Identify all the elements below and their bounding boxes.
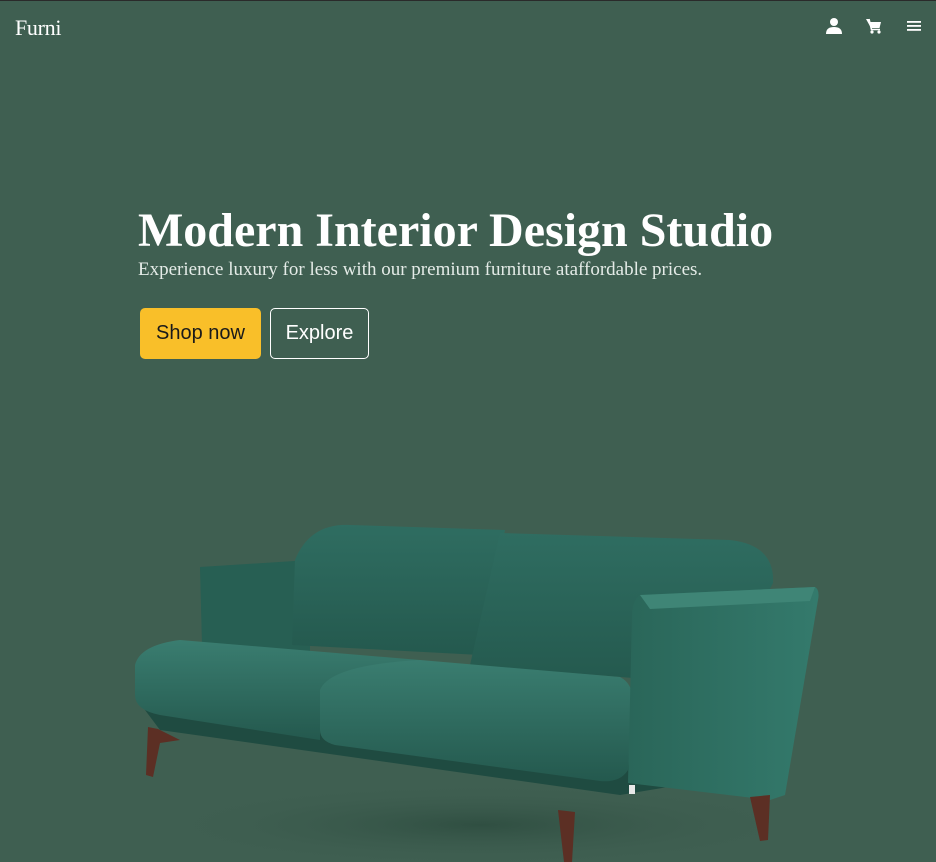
cart-icon[interactable]: [864, 15, 884, 37]
nav-icons: [824, 15, 924, 37]
user-icon[interactable]: [824, 15, 844, 37]
navbar: Furni: [0, 0, 936, 56]
hero-title: Modern Interior Design Studio: [138, 204, 774, 257]
brand-logo[interactable]: Furni: [15, 15, 61, 41]
shop-now-button[interactable]: Shop now: [140, 308, 261, 359]
menu-icon[interactable]: [904, 15, 924, 37]
explore-button[interactable]: Explore: [270, 308, 369, 359]
sofa-image: [135, 524, 819, 862]
hero-subtitle: Experience luxury for less with our prem…: [138, 259, 703, 280]
